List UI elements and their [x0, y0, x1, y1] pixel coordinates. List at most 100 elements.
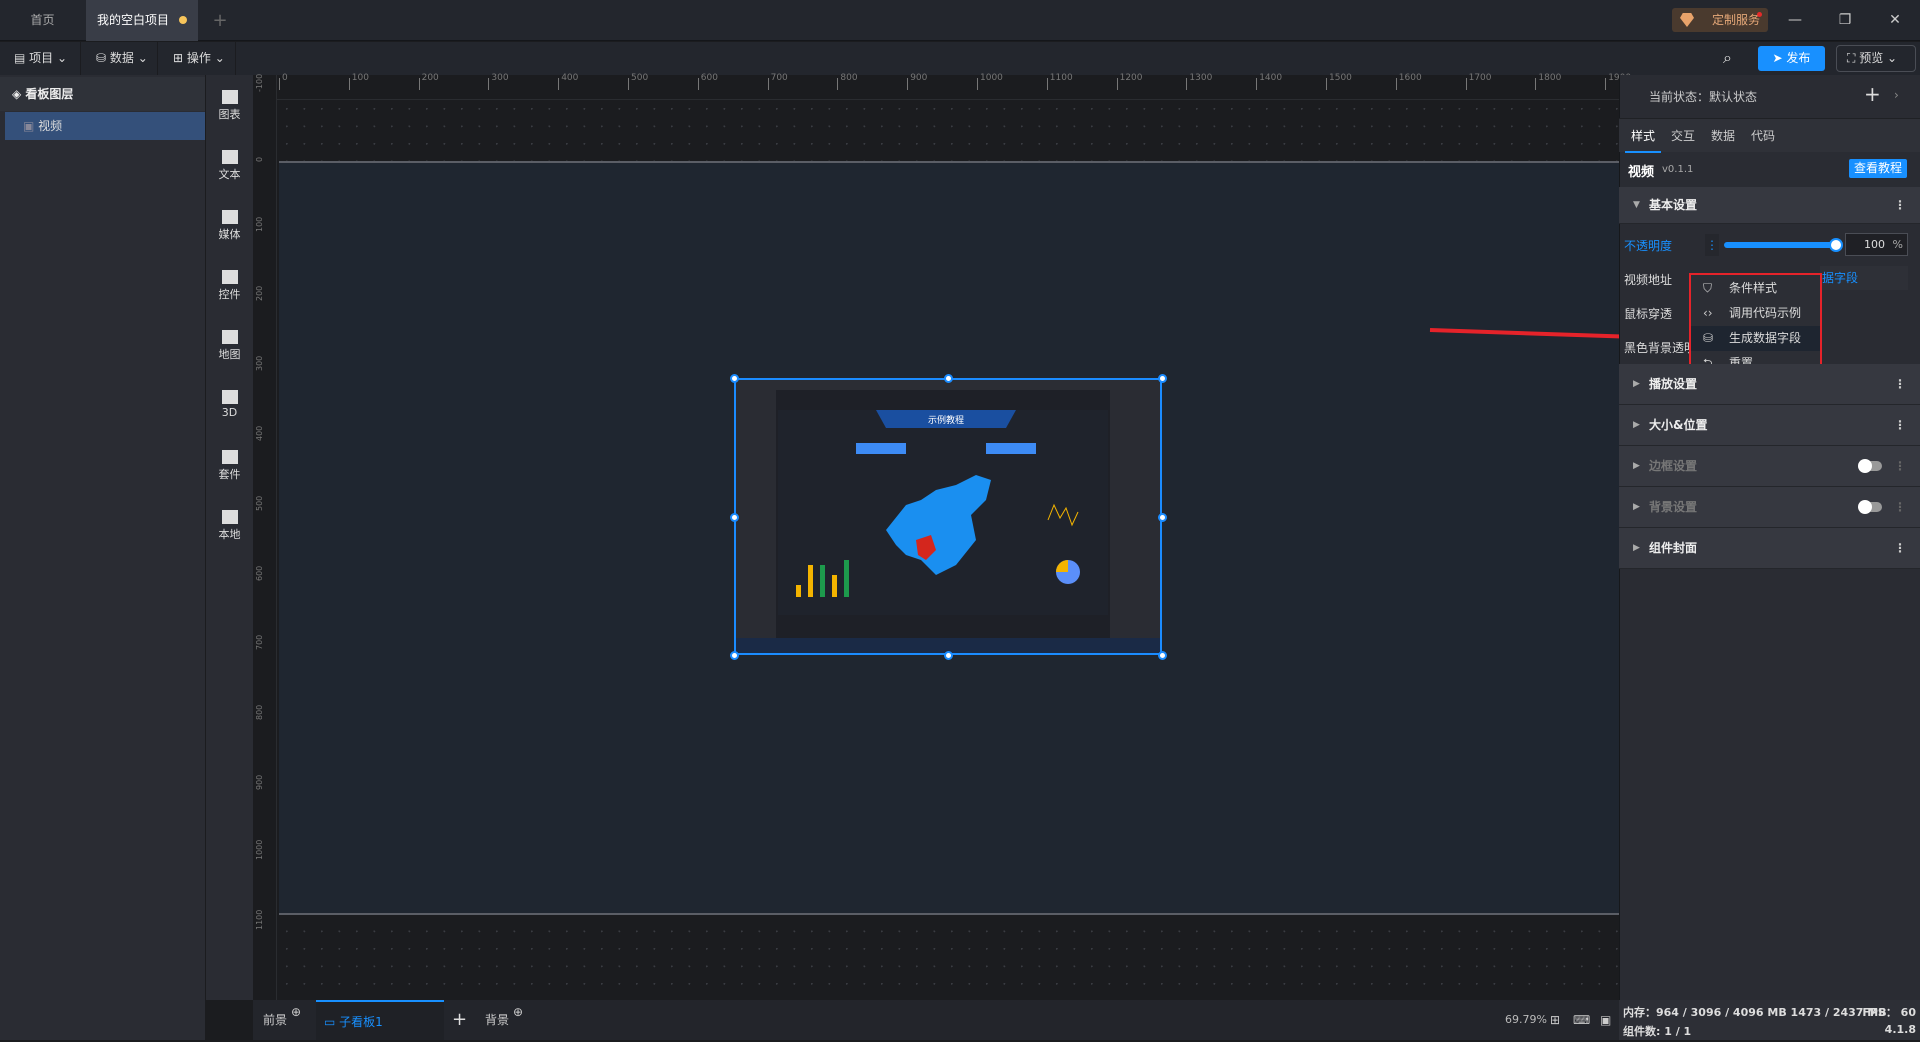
- ruler-tick-label: 300: [491, 73, 509, 83]
- add-circle-icon[interactable]: ⊕: [513, 1005, 523, 1019]
- ruler-tick: [488, 78, 490, 90]
- opacity-slider[interactable]: [1724, 242, 1836, 248]
- send-icon: ➤: [1772, 51, 1787, 65]
- ruler-tick-label: -100: [255, 73, 264, 92]
- opacity-input[interactable]: 100%: [1845, 233, 1908, 256]
- tab-home[interactable]: 首页: [0, 0, 85, 41]
- add-tab-button[interactable]: +: [205, 0, 235, 41]
- component-name: 视频: [1628, 165, 1655, 180]
- component-count: 组件数: 1 / 1: [1623, 1025, 1692, 1038]
- ruler-tick-label: 1100: [255, 909, 264, 930]
- more-icon[interactable]: ⋮: [1894, 487, 1906, 527]
- fit-screen-icon[interactable]: ⊞: [1550, 1000, 1560, 1040]
- resize-handle[interactable]: [1158, 651, 1167, 660]
- layer-item-video[interactable]: ▣ 视频: [5, 112, 205, 140]
- search-icon[interactable]: ⌕: [1723, 48, 1732, 68]
- app-version: 4.1.8: [1884, 1023, 1916, 1036]
- library-item[interactable]: 媒体: [206, 210, 253, 242]
- subboard-tab[interactable]: ▭ 子看板1: [316, 1000, 444, 1040]
- fullscreen-icon: ⛶: [1847, 51, 1860, 65]
- ruler-tick-label: 400: [255, 425, 264, 441]
- ruler-tick: [1256, 78, 1258, 90]
- opacity-slider-handle[interactable]: [1829, 238, 1843, 252]
- add-board-button[interactable]: +: [452, 1000, 467, 1040]
- tab-project[interactable]: 我的空白项目: [86, 0, 198, 41]
- video-url-input[interactable]: 据字段: [1820, 266, 1908, 290]
- add-circle-icon[interactable]: ⊕: [291, 1005, 301, 1019]
- resize-handle[interactable]: [944, 651, 953, 660]
- ruler-tick: [907, 78, 909, 90]
- ruler-tick: [1605, 78, 1607, 90]
- filter-icon: ⛉: [1703, 281, 1713, 295]
- ruler-tick-label: 0: [255, 156, 264, 162]
- tutorial-button[interactable]: 查看教程: [1849, 159, 1907, 178]
- current-state: 当前状态：默认状态: [1649, 90, 1758, 104]
- more-icon[interactable]: ⋮: [1894, 364, 1906, 404]
- property-tab[interactable]: 样式: [1625, 127, 1662, 153]
- section-header[interactable]: ▶ 播放设置 ⋮: [1619, 364, 1920, 405]
- resize-handle[interactable]: [1158, 512, 1167, 522]
- library-item[interactable]: 套件: [206, 450, 253, 482]
- resize-handle[interactable]: [944, 374, 953, 383]
- resize-handle[interactable]: [730, 651, 739, 660]
- ruler-tick-label: 500: [255, 495, 264, 511]
- close-button[interactable]: ✕: [1880, 8, 1910, 32]
- video-component[interactable]: 示例教程: [734, 378, 1162, 655]
- custom-service-button[interactable]: 定制服务: [1672, 8, 1768, 32]
- service-label: 定制服务: [1712, 13, 1761, 27]
- status-panel: 内存：964 / 3096 / 4096 MB 1473 / 2437 MB F…: [1619, 1000, 1920, 1040]
- menu-item[interactable]: ⛁ 生成数据字段: [1691, 326, 1820, 351]
- ruler-tick: [767, 78, 769, 90]
- publish-button[interactable]: ➤ 发布: [1758, 46, 1825, 71]
- chevron-right-icon[interactable]: ›: [1894, 88, 1899, 102]
- background-tab[interactable]: 背景⊕: [485, 1000, 523, 1040]
- project-menu-label: 项目: [29, 51, 54, 65]
- library-item[interactable]: 3D: [206, 390, 253, 419]
- section-header[interactable]: ▶ 组件封面 ⋮: [1619, 528, 1920, 569]
- zoom-level: 69.79%: [1505, 1013, 1547, 1026]
- section-header[interactable]: ▶ 边框设置 ⋮: [1619, 446, 1920, 487]
- section-header[interactable]: ▶ 背景设置 ⋮: [1619, 487, 1920, 528]
- preview-button[interactable]: ⛶ 预览 ⌄: [1836, 45, 1916, 72]
- ruler-top: 0 100 200 300 400 500 600 700 800 900 1000 1100 1200…: [253, 73, 1631, 100]
- project-menu[interactable]: ▤ 项目 ⌄: [0, 42, 81, 75]
- operate-menu[interactable]: ⊞ 操作 ⌄: [159, 42, 236, 75]
- opacity-more-button[interactable]: ⋮: [1705, 234, 1719, 256]
- keyboard-icon[interactable]: ⌨: [1573, 1000, 1590, 1040]
- library-item[interactable]: 图表: [206, 90, 253, 122]
- section-toggle[interactable]: [1858, 459, 1882, 473]
- section-label: 组件封面: [1649, 541, 1698, 555]
- mouse-through-label: 鼠标穿透: [1624, 307, 1673, 321]
- section-basic[interactable]: ▼ 基本设置 ⋮: [1619, 187, 1920, 224]
- menu-item[interactable]: ⛉ 条件样式: [1691, 276, 1820, 301]
- section-toggle[interactable]: [1858, 500, 1882, 514]
- library-item[interactable]: 控件: [206, 270, 253, 302]
- library-item[interactable]: 地图: [206, 330, 253, 362]
- ruler-tick: [1395, 78, 1397, 90]
- layer-label: 视频: [38, 119, 63, 133]
- foreground-tab[interactable]: 前景⊕: [263, 1000, 301, 1040]
- property-tab[interactable]: 交互: [1671, 127, 1695, 144]
- library-item[interactable]: 文本: [206, 150, 253, 182]
- ruler-tick: [697, 78, 699, 90]
- more-icon[interactable]: ⋮: [1894, 187, 1906, 224]
- ruler-tick: [1186, 78, 1188, 90]
- library-icon: [221, 450, 238, 464]
- layers-icon: ◈: [12, 87, 26, 101]
- more-icon[interactable]: ⋮: [1894, 528, 1906, 568]
- resize-handle[interactable]: [730, 512, 739, 522]
- more-icon[interactable]: ⋮: [1894, 405, 1906, 445]
- resize-handle[interactable]: [730, 374, 739, 383]
- add-state-button[interactable]: +: [1864, 82, 1881, 106]
- resize-handle[interactable]: [1158, 374, 1167, 383]
- menu-item[interactable]: ‹› 调用代码示例: [1691, 301, 1820, 326]
- more-icon[interactable]: ⋮: [1894, 446, 1906, 486]
- restore-button[interactable]: ❐: [1830, 8, 1860, 32]
- library-item[interactable]: 本地: [206, 510, 253, 542]
- property-tab[interactable]: 代码: [1751, 127, 1775, 144]
- minimize-button[interactable]: —: [1780, 8, 1810, 32]
- data-menu[interactable]: ⛁ 数据 ⌄: [82, 42, 158, 75]
- property-tab[interactable]: 数据: [1711, 127, 1735, 144]
- section-header[interactable]: ▶ 大小&位置 ⋮: [1619, 405, 1920, 446]
- terminal-icon[interactable]: ▣: [1600, 1000, 1611, 1040]
